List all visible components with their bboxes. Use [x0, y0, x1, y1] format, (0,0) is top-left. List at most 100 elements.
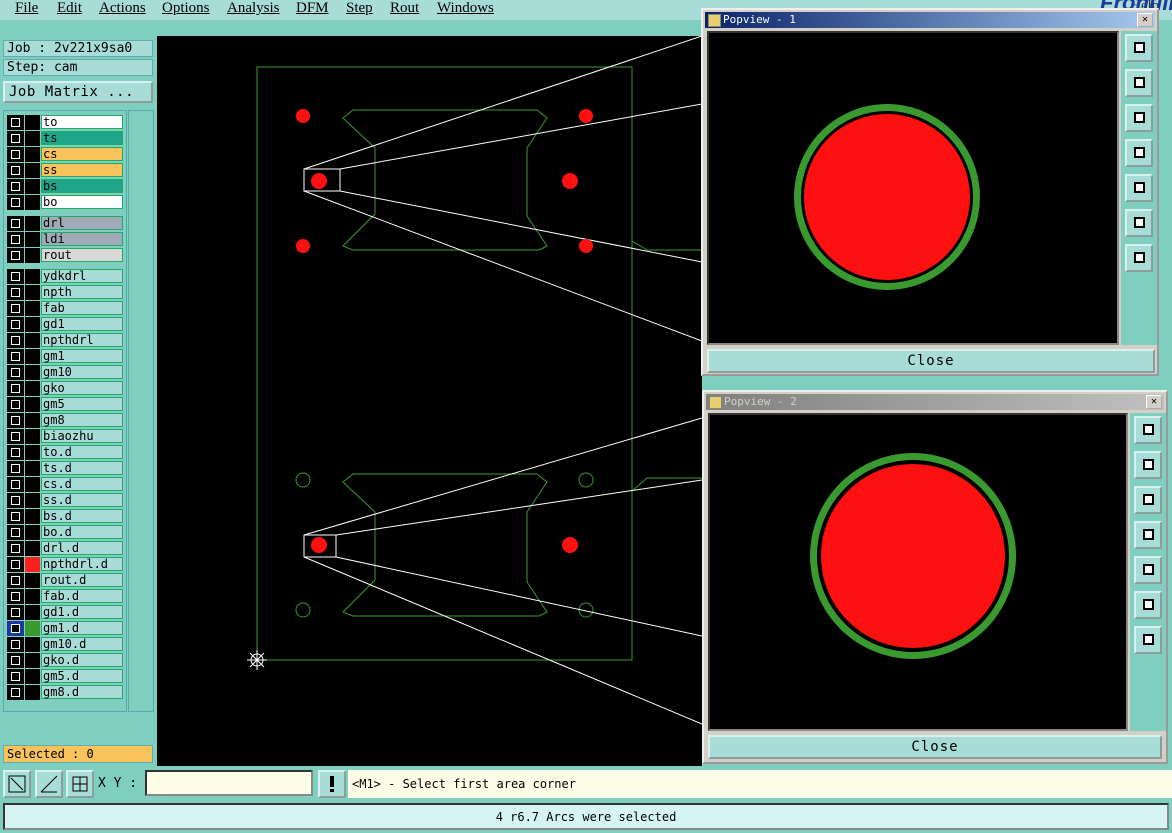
layer-checkbox[interactable] [7, 248, 24, 263]
layer-name[interactable]: bo.d [41, 525, 123, 539]
layer-row[interactable]: ts [7, 131, 125, 146]
pan-left-button[interactable] [1125, 139, 1153, 167]
layer-row[interactable]: fab.d [7, 589, 125, 604]
layer-checkbox[interactable] [7, 477, 24, 492]
layer-name[interactable]: rout.d [41, 573, 123, 587]
layer-checkbox[interactable] [7, 685, 24, 700]
pan-right-button[interactable] [1134, 556, 1162, 584]
layer-checkbox[interactable] [7, 621, 24, 636]
popview-1-close-button[interactable]: Close [707, 349, 1155, 373]
pan-down-button[interactable] [1125, 104, 1153, 132]
layer-row[interactable]: gm10.d [7, 637, 125, 652]
job-matrix-button[interactable]: Job Matrix ... [3, 81, 153, 103]
layer-checkbox[interactable] [7, 397, 24, 412]
layer-checkbox[interactable] [7, 131, 24, 146]
layer-name[interactable]: bs.d [41, 509, 123, 523]
layer-checkbox[interactable] [7, 269, 24, 284]
layer-checkbox[interactable] [7, 557, 24, 572]
menu-analysis[interactable]: Analysis [227, 0, 280, 17]
layer-checkbox[interactable] [7, 365, 24, 380]
layer-checkbox[interactable] [7, 349, 24, 364]
layer-checkbox[interactable] [7, 493, 24, 508]
layer-row[interactable]: ydkdrl [7, 269, 125, 284]
layer-checkbox[interactable] [7, 285, 24, 300]
menu-dfm[interactable]: DFM [296, 0, 329, 17]
menu-options[interactable]: Options [162, 0, 210, 17]
layer-row[interactable]: npth [7, 285, 125, 300]
zoom-in-button[interactable] [1134, 591, 1162, 619]
layer-name[interactable]: cs.d [41, 477, 123, 491]
layer-checkbox[interactable] [7, 637, 24, 652]
layer-row[interactable]: gm5.d [7, 669, 125, 684]
layer-checkbox[interactable] [7, 413, 24, 428]
layer-row[interactable]: biaozhu [7, 429, 125, 444]
layer-name[interactable]: biaozhu [41, 429, 123, 443]
message-button[interactable] [318, 770, 346, 798]
layer-name[interactable]: cs [41, 147, 123, 161]
layer-checkbox[interactable] [7, 232, 24, 247]
layer-row[interactable]: bs [7, 179, 125, 194]
layer-row[interactable]: gm1.d [7, 621, 125, 636]
layer-row[interactable]: drl [7, 216, 125, 231]
grid-button[interactable] [66, 770, 94, 798]
menu-file[interactable]: File [15, 0, 38, 17]
layer-row[interactable]: gko [7, 381, 125, 396]
layer-row[interactable]: gm5 [7, 397, 125, 412]
layer-row[interactable]: npthdrl.d [7, 557, 125, 572]
zoom-area-button[interactable] [3, 770, 31, 798]
layer-name[interactable]: gm5 [41, 397, 123, 411]
layer-list-scrollbar[interactable] [128, 110, 154, 712]
layer-name[interactable]: gd1 [41, 317, 123, 331]
layer-checkbox[interactable] [7, 216, 24, 231]
layer-row[interactable]: to.d [7, 445, 125, 460]
layer-name[interactable]: gm1.d [41, 621, 123, 635]
layer-name[interactable]: gm5.d [41, 669, 123, 683]
popview-2-titlebar[interactable]: Popview - 2 ✕ [706, 394, 1164, 410]
zoom-in-button[interactable] [1125, 209, 1153, 237]
layer-checkbox[interactable] [7, 179, 24, 194]
layer-name[interactable]: gm10.d [41, 637, 123, 651]
layer-checkbox[interactable] [7, 147, 24, 162]
layer-name[interactable]: gm1 [41, 349, 123, 363]
layer-row[interactable]: drl.d [7, 541, 125, 556]
popview-2-view[interactable] [708, 413, 1128, 731]
zoom-fit-button[interactable] [1134, 416, 1162, 444]
pan-right-button[interactable] [1125, 174, 1153, 202]
layer-checkbox[interactable] [7, 301, 24, 316]
layer-checkbox[interactable] [7, 195, 24, 210]
layer-checkbox[interactable] [7, 429, 24, 444]
layer-checkbox[interactable] [7, 589, 24, 604]
layer-row[interactable]: bo.d [7, 525, 125, 540]
layer-name[interactable]: gm10 [41, 365, 123, 379]
layer-row[interactable]: cs [7, 147, 125, 162]
layer-row[interactable]: to [7, 115, 125, 130]
layer-row[interactable]: bs.d [7, 509, 125, 524]
menu-windows[interactable]: Windows [437, 0, 494, 17]
zoom-out-button[interactable] [1134, 626, 1162, 654]
layer-checkbox[interactable] [7, 163, 24, 178]
layer-name[interactable]: rout [41, 248, 123, 262]
popview-1-close-icon[interactable]: ✕ [1137, 13, 1153, 27]
layer-row[interactable]: ts.d [7, 461, 125, 476]
layer-name[interactable]: ts [41, 131, 123, 145]
layer-checkbox[interactable] [7, 509, 24, 524]
menu-actions[interactable]: Actions [99, 0, 146, 17]
layer-name[interactable]: bo [41, 195, 123, 209]
popview-2-close-button[interactable]: Close [708, 735, 1162, 759]
layer-name[interactable]: fab.d [41, 589, 123, 603]
zoom-out-button[interactable] [1125, 244, 1153, 272]
layer-checkbox[interactable] [7, 317, 24, 332]
popview-2-close-icon[interactable]: ✕ [1146, 395, 1162, 409]
layer-checkbox[interactable] [7, 605, 24, 620]
layer-checkbox[interactable] [7, 541, 24, 556]
layer-row[interactable]: fab [7, 301, 125, 316]
menu-rout[interactable]: Rout [390, 0, 419, 17]
xy-input[interactable] [145, 770, 313, 796]
layer-name[interactable]: bs [41, 179, 123, 193]
layer-row[interactable]: gm10 [7, 365, 125, 380]
layer-checkbox[interactable] [7, 653, 24, 668]
layer-checkbox[interactable] [7, 573, 24, 588]
layer-name[interactable]: npthdrl.d [41, 557, 123, 571]
layer-row[interactable]: ss.d [7, 493, 125, 508]
layer-row[interactable]: gko.d [7, 653, 125, 668]
